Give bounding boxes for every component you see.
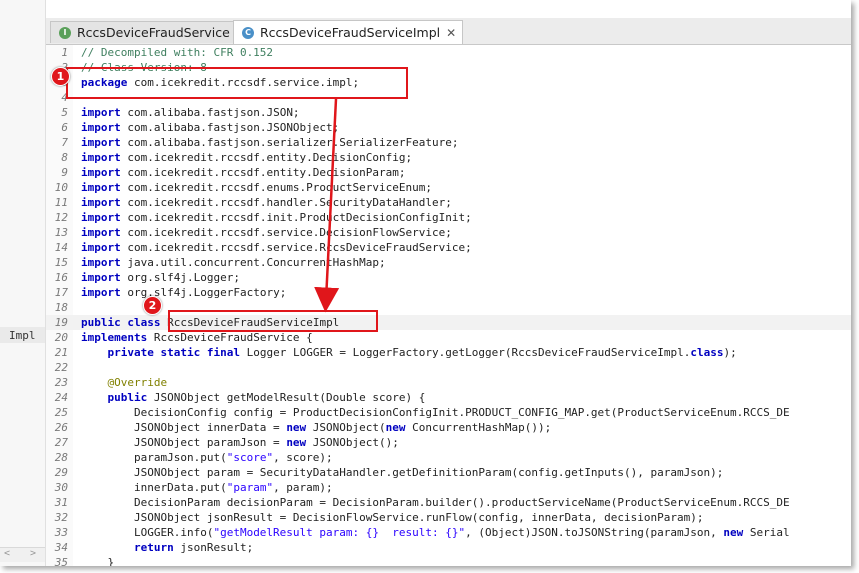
annotation-arrow-icon <box>314 98 340 313</box>
screenshot-frame: Impl < > I RccsDeviceFraudService ✕ C Rc… <box>0 0 851 566</box>
